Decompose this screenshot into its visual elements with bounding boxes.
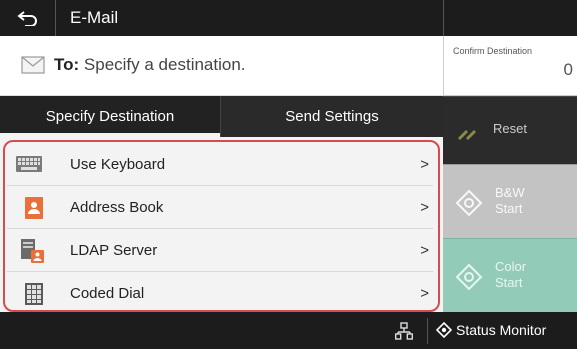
bw-start-button[interactable]: B&W Start <box>443 164 577 238</box>
color-start-button[interactable]: Color Start <box>443 238 577 312</box>
page-title: E-Mail <box>70 8 119 27</box>
confirm-destination-label: Confirm Destination <box>453 46 533 56</box>
status-divider <box>427 318 428 344</box>
status-bar: Status Monitor <box>0 312 577 349</box>
to-label: To: <box>54 55 80 74</box>
bw-start-label: B&W Start <box>495 185 525 216</box>
reset-button[interactable]: Reset <box>443 96 577 164</box>
status-monitor-icon <box>435 321 453 339</box>
reset-icon <box>457 129 477 141</box>
titlebar-right-area <box>443 0 577 36</box>
destination-row[interactable]: To: Specify a destination. <box>0 36 443 96</box>
back-arrow-icon <box>16 11 37 26</box>
confirm-destination-button[interactable]: Confirm Destination 0 <box>443 36 577 96</box>
back-button[interactable] <box>0 0 56 36</box>
tab-bar: Specify Destination Send Settings <box>0 96 443 137</box>
network-icon <box>395 322 413 340</box>
tab-specify-destination[interactable]: Specify Destination <box>0 96 220 137</box>
start-diamond-icon <box>455 263 483 291</box>
tab-send-settings[interactable]: Send Settings <box>220 96 443 137</box>
highlight-frame <box>3 140 440 312</box>
start-diamond-icon <box>455 189 483 217</box>
status-monitor-label: Status Monitor <box>456 322 547 338</box>
color-start-label: Color Start <box>495 259 527 290</box>
reset-label: Reset <box>493 121 527 136</box>
confirm-destination-count: 0 <box>563 60 573 79</box>
to-value: Specify a destination. <box>83 55 246 74</box>
envelope-icon <box>21 56 45 74</box>
status-monitor-button[interactable]: Status Monitor <box>435 312 547 349</box>
title-bar: E-Mail <box>0 0 577 36</box>
destination-text: To: Specify a destination. <box>54 48 246 82</box>
